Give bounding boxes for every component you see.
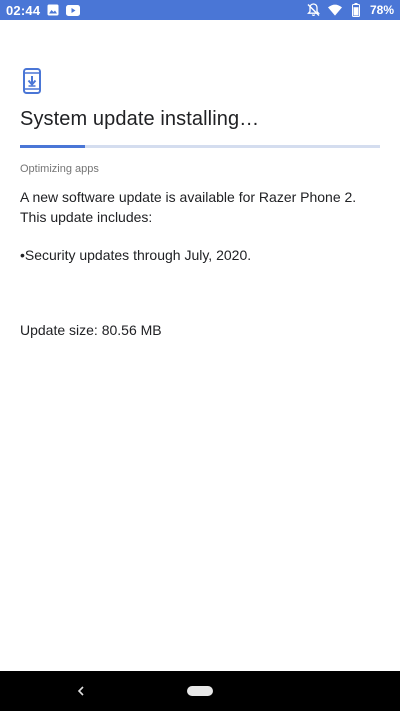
wifi-icon xyxy=(327,3,342,17)
screen: 02:44 78% System update installing… Opti… xyxy=(0,0,400,711)
navigation-bar xyxy=(0,671,400,711)
image-icon xyxy=(46,3,60,17)
notifications-off-icon xyxy=(307,3,321,17)
update-bullet-item: •Security updates through July, 2020. xyxy=(20,247,252,263)
status-bar-left: 02:44 xyxy=(6,2,81,18)
install-progress-bar xyxy=(20,145,380,148)
status-bar-right: 78% xyxy=(307,3,394,17)
update-size-text: Update size: 80.56 MB xyxy=(20,322,162,338)
update-description: A new software update is available for R… xyxy=(20,189,357,225)
home-pill-icon[interactable] xyxy=(187,686,213,696)
youtube-icon xyxy=(66,3,81,17)
status-time: 02:44 xyxy=(6,2,41,18)
battery-icon xyxy=(349,3,363,17)
page-title: System update installing… xyxy=(20,108,260,130)
install-progress-fill xyxy=(20,145,85,148)
system-update-icon xyxy=(22,68,42,94)
main-content: System update installing… Optimizing app… xyxy=(0,20,400,671)
install-status-text: Optimizing apps xyxy=(20,163,99,175)
status-bar: 02:44 78% xyxy=(0,0,400,20)
battery-percentage: 78% xyxy=(369,3,394,17)
back-icon[interactable] xyxy=(74,683,88,699)
